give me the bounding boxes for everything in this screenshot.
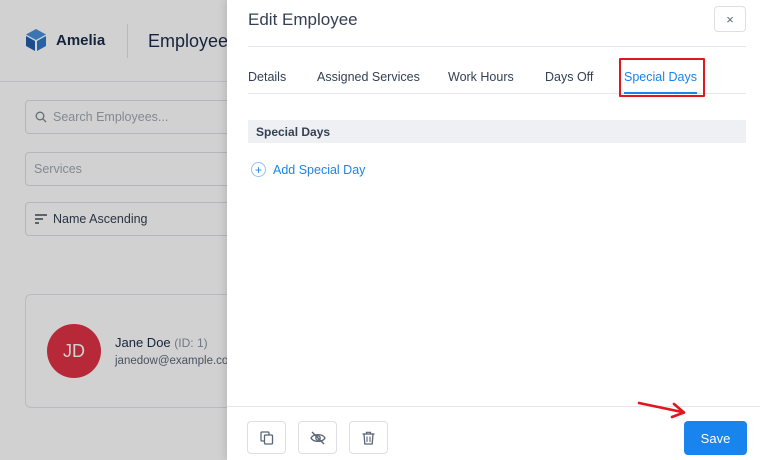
close-button[interactable]: × (714, 6, 746, 32)
close-icon: × (726, 11, 734, 27)
title-divider (248, 46, 746, 47)
tab-bar: Details Assigned Services Work Hours Day… (248, 70, 746, 94)
tab-special-days[interactable]: Special Days (624, 70, 697, 94)
hide-icon (309, 431, 326, 444)
tab-work-hours[interactable]: Work Hours (448, 70, 514, 94)
tab-days-off[interactable]: Days Off (545, 70, 593, 94)
plus-circle-icon: + (251, 162, 266, 177)
delete-button[interactable] (349, 421, 388, 454)
trash-icon (362, 431, 375, 445)
duplicate-icon (259, 430, 273, 445)
add-special-day-label: Add Special Day (273, 162, 366, 177)
tab-assigned-services[interactable]: Assigned Services (317, 70, 420, 94)
edit-employee-dialog: Edit Employee × Details Assigned Service… (227, 0, 760, 460)
tab-details[interactable]: Details (248, 70, 286, 94)
special-days-section-header: Special Days (248, 120, 746, 143)
hide-button[interactable] (298, 421, 337, 454)
save-button[interactable]: Save (684, 421, 747, 455)
add-special-day-button[interactable]: + Add Special Day (251, 162, 365, 177)
dialog-title: Edit Employee (248, 10, 358, 29)
duplicate-button[interactable] (247, 421, 286, 454)
arrow-annotation-icon (637, 401, 686, 419)
